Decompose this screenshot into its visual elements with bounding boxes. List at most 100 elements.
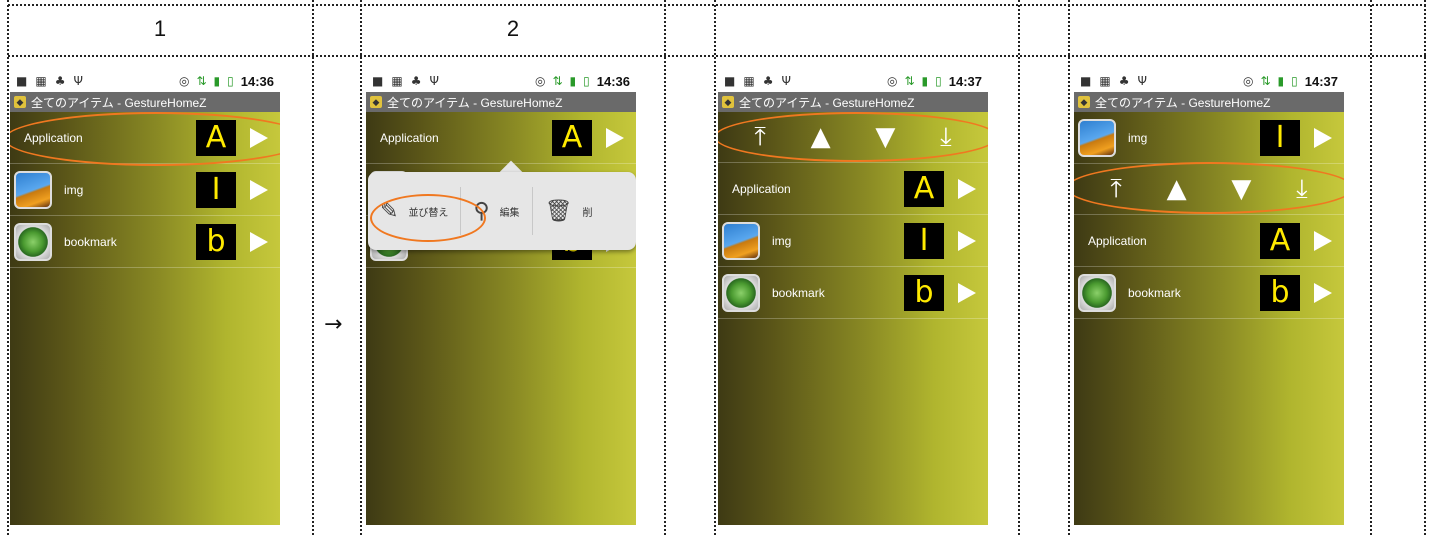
gesture-thumbnail: A (1260, 223, 1300, 259)
grid-line (7, 0, 9, 535)
play-icon[interactable] (958, 231, 976, 251)
globe-icon (1078, 273, 1116, 312)
briefcase-icon: ■ (1080, 74, 1092, 88)
globe-icon (14, 222, 52, 261)
app-icon: ◆ (1078, 96, 1090, 108)
list-item-img[interactable]: img I (10, 164, 280, 216)
status-bar: ■ ▦ ♣ Ψ ◎ ⇅ ▮ ▯ 14:36 (366, 70, 636, 92)
briefcase-icon: ■ (372, 74, 384, 88)
calendar-icon: ▦ (1099, 74, 1111, 88)
delete-button[interactable]: 🗑 削 (533, 187, 605, 235)
grid-line (360, 0, 362, 535)
play-icon[interactable] (958, 179, 976, 199)
alarm-icon: ◎ (178, 74, 190, 88)
window-title: 全てのアイテム - GestureHomeZ (739, 95, 915, 110)
play-icon[interactable] (1314, 128, 1332, 148)
android-icon: ♣ (54, 74, 66, 88)
edit-label: 編集 (499, 207, 520, 219)
item-label: img (1128, 130, 1148, 145)
gesture-thumbnail: b (196, 224, 236, 260)
title-bar: ◆ 全てのアイテム - GestureHomeZ (718, 92, 988, 112)
gesture-thumbnail: b (1260, 275, 1300, 311)
highlight-ellipse (1074, 162, 1344, 214)
item-label: bookmark (64, 234, 117, 249)
step-header-4 (1070, 4, 1370, 54)
title-bar: ◆ 全てのアイテム - GestureHomeZ (1074, 92, 1344, 112)
grid-line (8, 55, 1426, 57)
list-item-application[interactable]: Application A (718, 163, 988, 215)
play-icon[interactable] (606, 128, 624, 148)
grid-line (1424, 0, 1426, 535)
briefcase-icon: ■ (724, 74, 736, 88)
alarm-icon: ◎ (1242, 74, 1254, 88)
signal-icon: ▮ (569, 74, 577, 88)
usb-icon: Ψ (781, 74, 791, 88)
signal-icon: ▮ (921, 74, 929, 88)
phone-screen-3: ■ ▦ ♣ Ψ ◎ ⇅ ▮ ▯ 14:37 ◆ 全てのアイテム - Gestur… (718, 70, 988, 525)
flow-arrow: → (324, 312, 343, 337)
list-item-application[interactable]: Application A (1074, 215, 1344, 267)
play-icon[interactable] (250, 180, 268, 200)
play-icon[interactable] (1314, 231, 1332, 251)
battery-icon: ▯ (583, 74, 590, 88)
play-icon[interactable] (1314, 283, 1332, 303)
item-label: Application (380, 130, 439, 145)
android-icon: ♣ (410, 74, 422, 88)
trash-icon: 🗑 (544, 198, 573, 224)
step-header-1: 1 (153, 16, 167, 41)
highlight-ellipse (10, 112, 280, 166)
item-label: Application (1088, 233, 1147, 248)
list-item-img[interactable]: img I (1074, 112, 1344, 164)
calendar-icon: ▦ (743, 74, 755, 88)
app-icon: ◆ (722, 96, 734, 108)
phone-screen-4: ■ ▦ ♣ Ψ ◎ ⇅ ▮ ▯ 14:37 ◆ 全てのアイテム - Gestur… (1074, 70, 1344, 525)
item-label: Application (732, 181, 791, 196)
data-icon: ⇅ (196, 74, 207, 88)
alarm-icon: ◎ (534, 74, 546, 88)
alarm-icon: ◎ (886, 74, 898, 88)
clock: 14:37 (948, 73, 982, 89)
window-title: 全てのアイテム - GestureHomeZ (31, 95, 207, 110)
sunflower-icon (722, 221, 760, 260)
item-label: bookmark (1128, 285, 1181, 300)
play-icon[interactable] (958, 283, 976, 303)
step-header-3 (716, 4, 1018, 54)
list-item-application[interactable]: Application A (366, 112, 636, 164)
calendar-icon: ▦ (35, 74, 47, 88)
battery-icon: ▯ (1291, 74, 1298, 88)
signal-icon: ▮ (1277, 74, 1285, 88)
grid-line (714, 0, 716, 535)
gesture-thumbnail: I (196, 172, 236, 208)
android-icon: ♣ (1118, 74, 1130, 88)
android-icon: ♣ (762, 74, 774, 88)
status-bar: ■ ▦ ♣ Ψ ◎ ⇅ ▮ ▯ 14:36 (10, 70, 280, 92)
app-icon: ◆ (14, 96, 26, 108)
grid-line (1018, 0, 1020, 535)
window-title: 全てのアイテム - GestureHomeZ (387, 95, 563, 110)
list-item-bookmark[interactable]: bookmark b (1074, 267, 1344, 319)
app-icon: ◆ (370, 96, 382, 108)
gesture-thumbnail: I (904, 223, 944, 259)
item-label: img (64, 182, 84, 197)
clock: 14:36 (596, 73, 630, 89)
play-icon[interactable] (250, 232, 268, 252)
usb-icon: Ψ (429, 74, 439, 88)
item-label: img (772, 233, 792, 248)
data-icon: ⇅ (1260, 74, 1271, 88)
grid-line (1370, 0, 1372, 535)
status-bar: ■ ▦ ♣ Ψ ◎ ⇅ ▮ ▯ 14:37 (718, 70, 988, 92)
grid-line (312, 0, 314, 535)
grid-line (1068, 0, 1070, 535)
gesture-thumbnail: I (1260, 120, 1300, 156)
usb-icon: Ψ (73, 74, 83, 88)
grid-line (664, 0, 666, 535)
list-item-bookmark[interactable]: bookmark b (718, 267, 988, 319)
gesture-thumbnail: A (904, 171, 944, 207)
list-item-bookmark[interactable]: bookmark b (10, 216, 280, 268)
battery-icon: ▯ (227, 74, 234, 88)
list-item-img[interactable]: img I (718, 215, 988, 267)
step-header-2: 2 (506, 16, 520, 41)
battery-icon: ▯ (935, 74, 942, 88)
signal-icon: ▮ (213, 74, 221, 88)
item-label: bookmark (772, 285, 825, 300)
